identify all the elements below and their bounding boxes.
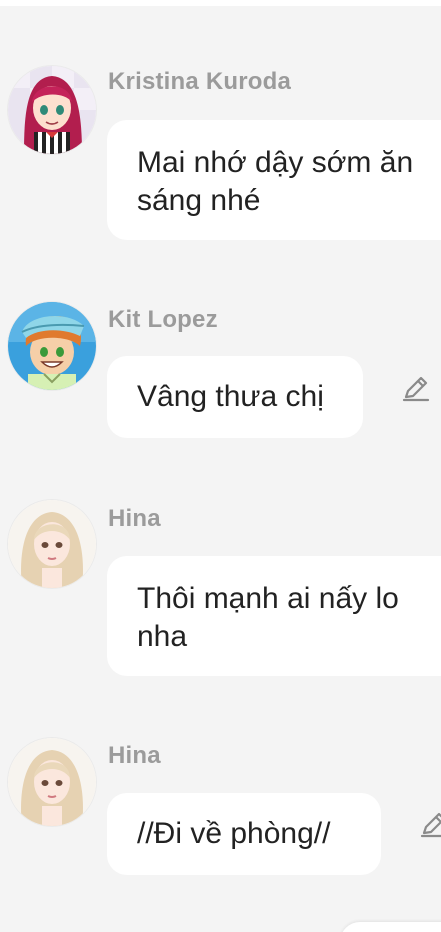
edit-pencil-icon[interactable] xyxy=(418,808,441,840)
chat-screen: Kristina Kuroda Mai nhớ dậy sớm ăn sáng … xyxy=(0,0,441,932)
sender-name: Kristina Kuroda xyxy=(108,68,292,95)
blonde-girl-avatar-icon xyxy=(8,738,96,826)
top-bar-edge xyxy=(0,0,441,6)
message-bubble[interactable]: Mai nhớ dậy sớm ăn sáng nhé xyxy=(107,120,441,240)
sender-name: Hina xyxy=(108,742,161,769)
input-bar-edge xyxy=(340,922,441,932)
avatar[interactable] xyxy=(8,302,96,390)
sender-name: Hina xyxy=(108,505,161,532)
avatar[interactable] xyxy=(8,66,96,154)
avatar[interactable] xyxy=(8,500,96,588)
message-bubble[interactable]: //Đi về phòng// xyxy=(107,793,381,875)
edit-pencil-icon[interactable] xyxy=(400,372,432,404)
avatar[interactable] xyxy=(8,738,96,826)
blonde-girl-avatar-icon xyxy=(8,500,96,588)
anime-boy-cap-avatar-icon xyxy=(8,302,96,390)
anime-girl-red-hair-avatar-icon xyxy=(8,66,96,154)
sender-name: Kit Lopez xyxy=(108,306,218,333)
message-bubble[interactable]: Thôi mạnh ai nấy lo nha xyxy=(107,556,441,676)
message-bubble[interactable]: Vâng thưa chị xyxy=(107,356,363,438)
